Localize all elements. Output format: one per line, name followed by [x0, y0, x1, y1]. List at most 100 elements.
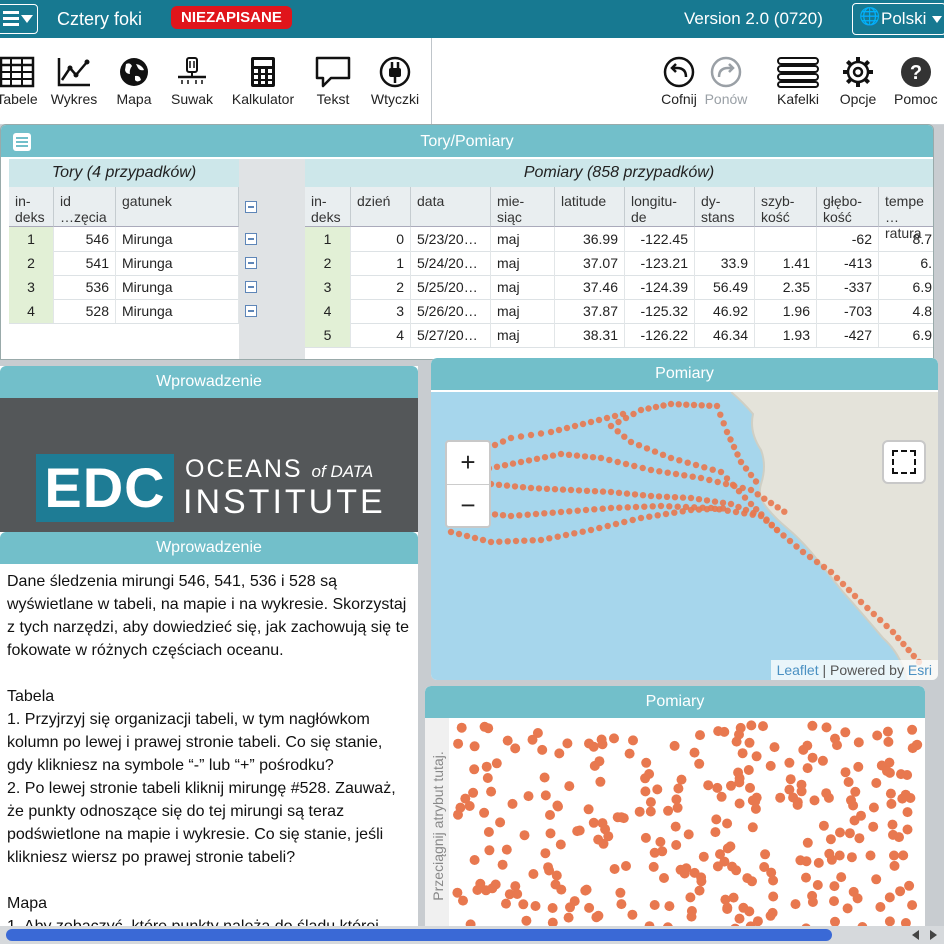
track-point[interactable]: [579, 528, 586, 535]
language-menu[interactable]: 🌐 Polski: [852, 3, 944, 35]
graph-point[interactable]: [683, 829, 694, 840]
table-cell[interactable]: 3: [351, 299, 411, 323]
graph-point[interactable]: [460, 793, 471, 804]
track-point[interactable]: [900, 640, 907, 648]
table-cell[interactable]: 1.96: [755, 299, 817, 323]
table-cell[interactable]: -427: [817, 323, 879, 347]
graph-point[interactable]: [555, 839, 566, 850]
graph-point[interactable]: [840, 727, 851, 738]
track-point[interactable]: [607, 488, 615, 496]
collapse-toggle-icon[interactable]: [245, 305, 257, 317]
graph-point[interactable]: [547, 903, 558, 913]
track-point[interactable]: [864, 604, 871, 612]
graph-point[interactable]: [698, 851, 709, 862]
graph-point[interactable]: [479, 721, 490, 732]
track-point[interactable]: [741, 510, 748, 517]
graph-point[interactable]: [649, 847, 660, 858]
graph-point[interactable]: [469, 741, 480, 752]
graph-point[interactable]: [743, 765, 754, 775]
graph-point[interactable]: [456, 722, 467, 733]
table-cell[interactable]: -123.21: [625, 251, 695, 275]
text-tool-button[interactable]: Tekst: [310, 56, 356, 120]
track-point[interactable]: [582, 506, 590, 514]
track-point[interactable]: [674, 503, 681, 510]
help-button[interactable]: ? Pomoc: [894, 56, 944, 120]
graph-point[interactable]: [624, 748, 635, 759]
track-point[interactable]: [624, 504, 631, 511]
track-point[interactable]: [657, 502, 665, 510]
track-point[interactable]: [524, 511, 531, 518]
graph-point[interactable]: [904, 880, 915, 891]
track-point[interactable]: [654, 512, 661, 519]
track-point[interactable]: [758, 511, 765, 518]
track-point[interactable]: [622, 460, 630, 468]
graph-point[interactable]: [902, 807, 913, 818]
graph-point[interactable]: [644, 769, 655, 779]
graph-point[interactable]: [885, 788, 896, 799]
table-cell[interactable]: maj: [491, 323, 555, 347]
graph-point[interactable]: [882, 726, 893, 737]
graph-point[interactable]: [801, 872, 811, 883]
track-point[interactable]: [656, 468, 663, 475]
graph-point[interactable]: [747, 822, 758, 833]
track-point[interactable]: [701, 464, 708, 471]
graph-point[interactable]: [655, 836, 666, 847]
track-point[interactable]: [616, 504, 623, 511]
graph-point[interactable]: [596, 734, 607, 745]
track-point[interactable]: [851, 592, 859, 600]
graph-point[interactable]: [907, 900, 918, 911]
track-point[interactable]: [799, 548, 807, 556]
track-point[interactable]: [672, 470, 680, 478]
graph-point[interactable]: [872, 730, 883, 741]
graph-point[interactable]: [521, 915, 532, 926]
graph-point[interactable]: [710, 827, 721, 838]
graph-point[interactable]: [888, 829, 898, 840]
track-point[interactable]: [479, 536, 487, 544]
track-point[interactable]: [731, 482, 738, 490]
track-point[interactable]: [714, 478, 721, 486]
track-point[interactable]: [611, 412, 619, 420]
table-cell[interactable]: 4.8: [879, 299, 933, 323]
graph-point[interactable]: [540, 790, 551, 801]
graph-point[interactable]: [670, 821, 681, 832]
graph-point[interactable]: [807, 720, 818, 731]
track-point[interactable]: [541, 454, 549, 461]
tables-tool-button[interactable]: Tabele: [0, 56, 40, 120]
redo-button[interactable]: Ponów: [702, 56, 750, 120]
track-point[interactable]: [639, 492, 647, 499]
track-point[interactable]: [695, 496, 703, 503]
track-point[interactable]: [827, 568, 835, 576]
collapse-toggle-icon[interactable]: [245, 233, 257, 245]
track-point[interactable]: [675, 401, 682, 408]
graph-point[interactable]: [889, 860, 900, 871]
left-column-header[interactable]: in- deks: [9, 187, 54, 227]
graph-point[interactable]: [846, 795, 856, 806]
track-point[interactable]: [774, 504, 781, 511]
track-point[interactable]: [533, 455, 541, 462]
track-point[interactable]: [698, 402, 705, 409]
graph-point[interactable]: [895, 886, 906, 897]
track-point[interactable]: [753, 506, 760, 513]
undo-button[interactable]: Cofnij: [656, 56, 702, 120]
track-point[interactable]: [573, 452, 581, 459]
graph-point[interactable]: [497, 859, 508, 870]
track-point[interactable]: [761, 495, 768, 502]
track-point[interactable]: [491, 441, 499, 449]
right-column-header[interactable]: dzień: [351, 187, 411, 227]
track-point[interactable]: [595, 416, 603, 424]
graph-point[interactable]: [695, 730, 705, 741]
track-point[interactable]: [684, 459, 691, 466]
graph-point[interactable]: [840, 767, 851, 778]
graph-point[interactable]: [802, 740, 813, 751]
intro-text-body[interactable]: Dane śledzenia mirungi 546, 541, 536 i 5…: [7, 570, 411, 938]
right-column-header[interactable]: data: [411, 187, 491, 227]
graph-point[interactable]: [824, 848, 835, 859]
track-point[interactable]: [734, 451, 741, 458]
track-point[interactable]: [870, 610, 877, 618]
graph-point[interactable]: [760, 849, 771, 860]
plugins-tool-button[interactable]: Wtyczki: [364, 56, 426, 120]
table-cell[interactable]: 5/27/20…: [411, 323, 491, 347]
track-point[interactable]: [703, 497, 711, 504]
right-column-header[interactable]: latitude: [555, 187, 625, 227]
graph-point[interactable]: [720, 894, 731, 905]
